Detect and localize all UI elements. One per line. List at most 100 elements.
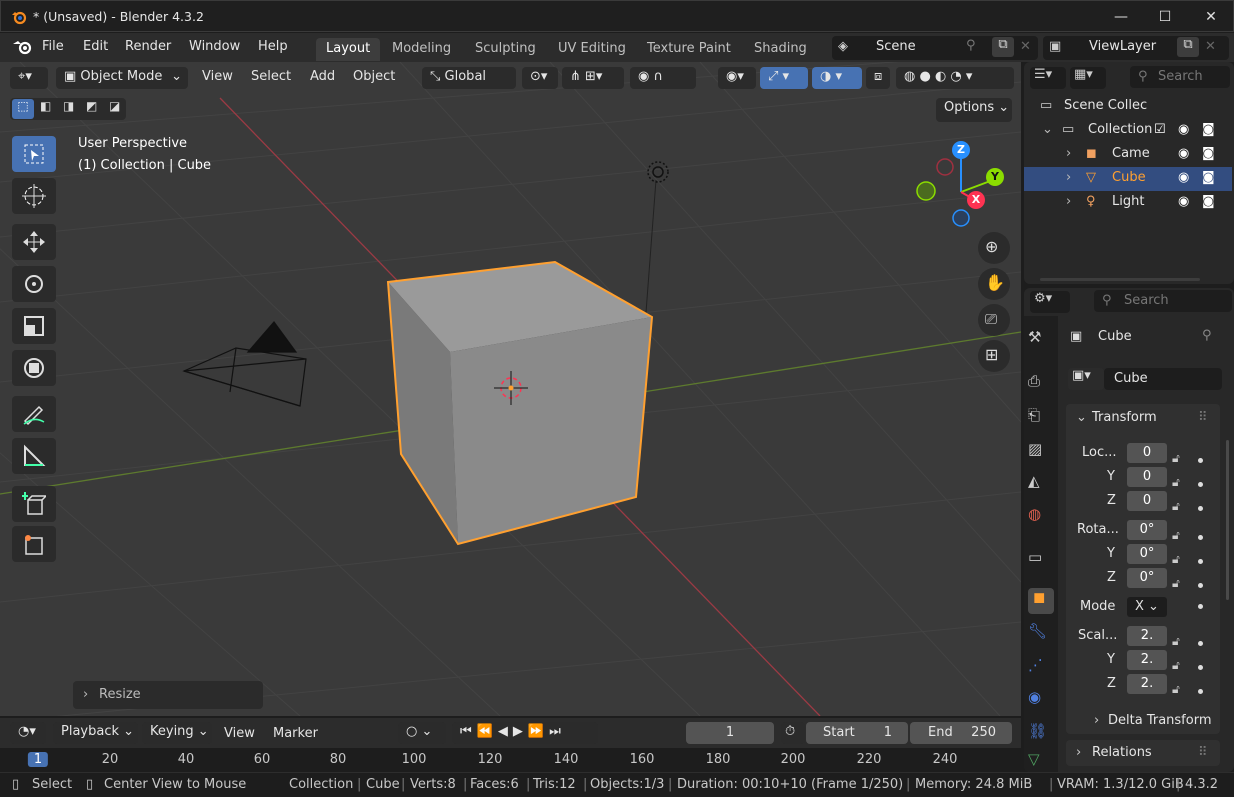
rotation-y-field[interactable]: 0° bbox=[1127, 544, 1167, 564]
object-tab[interactable]: ◼ bbox=[1028, 588, 1054, 614]
scale-y-field[interactable]: 2. bbox=[1127, 650, 1167, 670]
keyframe-dot-icon[interactable] bbox=[1198, 458, 1203, 463]
ortho-toggle-button[interactable]: ⊞ bbox=[978, 340, 1010, 372]
pin-icon[interactable]: ⚲ bbox=[966, 38, 976, 53]
playback-dropdown[interactable]: Playback ⌄ bbox=[53, 722, 138, 744]
outliner-item-light[interactable]: › ♀ Light ◉ ◙ bbox=[1024, 191, 1232, 215]
render-camera-icon[interactable]: ◙ bbox=[1202, 146, 1215, 161]
outliner-editor-type[interactable]: ☰▾ bbox=[1030, 67, 1066, 89]
auto-key-toggle[interactable]: ○ ⌄ bbox=[398, 722, 446, 744]
scene-selector[interactable]: ◈ Scene ⚲ ⧉ ✕ bbox=[832, 36, 1038, 60]
view-layer-tab[interactable]: ▨ bbox=[1028, 440, 1054, 466]
constraints-tab[interactable]: ⛓ bbox=[1028, 722, 1054, 748]
options-dropdown[interactable]: Options ⌄ bbox=[936, 98, 1012, 122]
gizmo-toggle[interactable]: ⤢ ▾ bbox=[760, 67, 808, 89]
object-menu[interactable]: Object bbox=[353, 69, 395, 84]
operator-panel[interactable]: › Resize bbox=[73, 681, 263, 709]
timeline-editor-type[interactable]: ◔▾ bbox=[10, 722, 46, 744]
select-subtract-icon[interactable]: ◨ bbox=[63, 99, 74, 113]
object-name-field[interactable]: Cube bbox=[1104, 368, 1222, 390]
tab-texture-paint[interactable]: Texture Paint bbox=[637, 38, 741, 61]
gizmo-y-axis[interactable]: Y bbox=[986, 168, 1004, 186]
display-mode-dropdown[interactable]: ▦▾ bbox=[1070, 67, 1106, 89]
properties-scrollbar[interactable] bbox=[1226, 440, 1229, 600]
tool-rotate[interactable] bbox=[12, 266, 56, 302]
xray-toggle[interactable]: ⧈ bbox=[866, 67, 890, 89]
lock-icon[interactable]: 🔓︎ bbox=[1172, 475, 1180, 490]
transform-header[interactable]: Transform bbox=[1092, 410, 1157, 425]
output-tab[interactable]: ⎗ bbox=[1028, 406, 1054, 432]
drag-handle-icon[interactable]: ⠿ bbox=[1198, 745, 1208, 760]
location-y-field[interactable]: 0 bbox=[1127, 467, 1167, 487]
chevron-down-icon[interactable]: ⌄ bbox=[1076, 410, 1087, 425]
tool-scale[interactable] bbox=[12, 308, 56, 344]
lock-icon[interactable]: 🔓︎ bbox=[1172, 528, 1180, 543]
modifiers-tab[interactable]: 🔧︎ bbox=[1028, 622, 1054, 648]
camera-object[interactable] bbox=[182, 321, 307, 407]
chevron-right-icon[interactable]: › bbox=[1066, 146, 1071, 161]
view-menu[interactable]: View bbox=[202, 69, 233, 84]
scale-x-field[interactable]: 2. bbox=[1127, 626, 1167, 646]
tool-move[interactable] bbox=[12, 224, 56, 260]
eye-icon[interactable]: ◉ bbox=[1178, 146, 1189, 161]
chevron-down-icon[interactable]: ⌄ bbox=[1042, 122, 1053, 137]
tool-transform-object[interactable] bbox=[12, 526, 56, 562]
scene-tab[interactable]: ◭ bbox=[1028, 472, 1054, 498]
tool-measure[interactable] bbox=[12, 438, 56, 474]
menu-window[interactable]: Window bbox=[189, 39, 240, 54]
outliner-scene-collection[interactable]: ▭ Scene Collec bbox=[1024, 95, 1232, 119]
tab-modeling[interactable]: Modeling bbox=[382, 38, 461, 61]
tool-transform[interactable] bbox=[12, 350, 56, 386]
lock-icon[interactable]: 🔓︎ bbox=[1172, 499, 1180, 514]
tab-layout[interactable]: Layout bbox=[316, 38, 381, 61]
outliner-collection[interactable]: ⌄ ▭ Collection ☑ ◉ ◙ bbox=[1024, 119, 1232, 143]
cube-object[interactable] bbox=[386, 260, 654, 546]
close-window-button[interactable]: ✕ bbox=[1191, 5, 1231, 29]
rotation-mode-dropdown[interactable]: X ⌄ bbox=[1127, 597, 1167, 617]
tool-add-cube[interactable] bbox=[12, 486, 56, 522]
render-camera-icon[interactable]: ◙ bbox=[1202, 194, 1215, 209]
timeline-view-menu[interactable]: View bbox=[224, 726, 255, 741]
pan-button[interactable]: ✋ bbox=[978, 268, 1010, 300]
delete-view-layer-icon[interactable]: ✕ bbox=[1205, 39, 1216, 54]
keyframe-dot-icon[interactable] bbox=[1198, 604, 1203, 609]
physics-tab[interactable]: ◉ bbox=[1028, 688, 1054, 714]
eye-icon[interactable]: ◉ bbox=[1178, 170, 1189, 185]
menu-help[interactable]: Help bbox=[258, 39, 288, 54]
end-frame-field[interactable]: End 250 bbox=[910, 722, 1012, 744]
object-browse-dropdown[interactable]: ▣▾ bbox=[1068, 368, 1104, 390]
frame-range-toggle[interactable]: ⏱ bbox=[781, 722, 805, 744]
particles-tab[interactable]: ⋰ bbox=[1028, 656, 1054, 682]
tab-shading[interactable]: Shading bbox=[744, 38, 817, 61]
gizmo-x-axis[interactable]: X bbox=[967, 191, 985, 209]
collection-tab[interactable]: ▭ bbox=[1028, 548, 1054, 574]
view-layer-selector[interactable]: ▣ ViewLayer ⧉ ✕ bbox=[1043, 36, 1229, 60]
maximize-button[interactable]: ☐ bbox=[1145, 5, 1185, 29]
keyframe-dot-icon[interactable] bbox=[1198, 583, 1203, 588]
mode-dropdown[interactable]: ▣ Object Mode ⌄ bbox=[56, 67, 188, 89]
delete-scene-icon[interactable]: ✕ bbox=[1020, 39, 1031, 54]
render-camera-icon[interactable]: ◙ bbox=[1202, 122, 1215, 137]
properties-editor-type[interactable]: ⚙▾ bbox=[1030, 291, 1070, 313]
delta-transform-header[interactable]: Delta Transform bbox=[1108, 713, 1211, 728]
lock-icon[interactable]: 🔓︎ bbox=[1172, 634, 1180, 649]
keyframe-dot-icon[interactable] bbox=[1198, 559, 1203, 564]
relations-header[interactable]: Relations bbox=[1092, 745, 1152, 760]
snap-controls[interactable]: ⋔ ⊞▾ bbox=[562, 67, 624, 89]
tab-sculpting[interactable]: Sculpting bbox=[465, 38, 546, 61]
orientation-dropdown[interactable]: ⤡ Global bbox=[422, 67, 516, 89]
tab-uv-editing[interactable]: UV Editing bbox=[548, 38, 636, 61]
zoom-button[interactable]: ⊕ bbox=[978, 232, 1010, 264]
keyframe-dot-icon[interactable] bbox=[1198, 535, 1203, 540]
location-x-field[interactable]: 0 bbox=[1127, 443, 1167, 463]
tool-cursor[interactable] bbox=[12, 178, 56, 214]
scale-z-field[interactable]: 2. bbox=[1127, 674, 1167, 694]
lock-icon[interactable]: 🔓︎ bbox=[1172, 576, 1180, 591]
pin-icon[interactable]: ⚲ bbox=[1202, 328, 1212, 343]
outliner-search[interactable]: ⚲ Search bbox=[1130, 66, 1230, 88]
editor-type-button[interactable]: ⌖▾ bbox=[10, 67, 48, 89]
location-z-field[interactable]: 0 bbox=[1127, 491, 1167, 511]
keyframe-dot-icon[interactable] bbox=[1198, 665, 1203, 670]
pivot-dropdown[interactable]: ⊙▾ bbox=[522, 67, 558, 89]
proportional-edit[interactable]: ◉ ∩ bbox=[630, 67, 696, 89]
